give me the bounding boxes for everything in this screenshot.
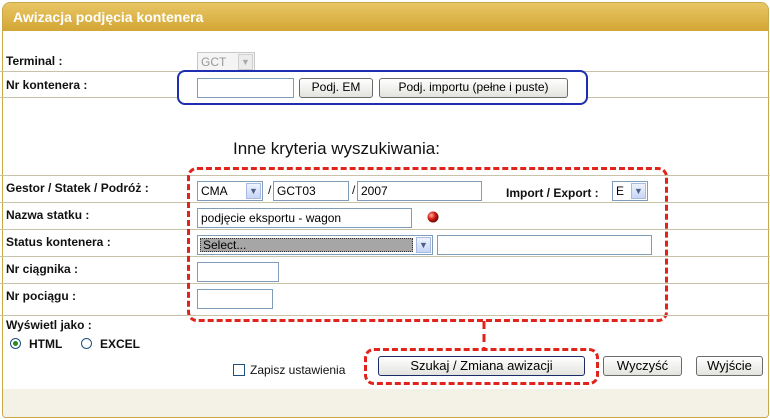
terminal-value: GCT xyxy=(201,55,227,69)
divider xyxy=(0,97,177,98)
terminal-label: Terminal : xyxy=(6,54,63,68)
annotation-red-criteria xyxy=(187,167,668,322)
gestor-label: Gestor / Statek / Podróż : xyxy=(6,181,149,195)
panel-title: Awizacja podjęcia kontenera xyxy=(3,3,768,31)
annotation-blue-outline xyxy=(177,70,588,105)
criteria-heading: Inne kryteria wyszukiwania: xyxy=(233,139,440,158)
annotation-connector xyxy=(482,321,486,349)
display-label: Wyświetl jako : xyxy=(6,318,92,332)
divider xyxy=(588,97,770,98)
train-label: Nr pociągu : xyxy=(6,289,77,303)
radio-excel[interactable] xyxy=(81,338,92,349)
save-settings-label: Zapisz ustawienia xyxy=(250,363,346,377)
chevron-down-icon: ▼ xyxy=(238,54,253,70)
divider xyxy=(0,315,770,316)
status-label: Status kontenera : xyxy=(6,235,111,249)
save-settings-checkbox[interactable] xyxy=(233,364,245,376)
radio-html-label: HTML xyxy=(29,337,63,351)
container-label: Nr kontenera : xyxy=(6,78,88,92)
footer-bar xyxy=(3,389,768,417)
search-button[interactable]: Szukaj / Zmiana awizacji xyxy=(378,356,585,376)
exit-button[interactable]: Wyjście xyxy=(696,356,763,376)
vessel-name-label: Nazwa statku : xyxy=(6,208,90,222)
radio-html[interactable] xyxy=(10,338,21,349)
tractor-label: Nr ciągnika : xyxy=(6,262,79,276)
radio-excel-label: EXCEL xyxy=(100,337,141,351)
clear-button[interactable]: Wyczyść xyxy=(603,356,682,376)
terminal-select: GCT ▼ xyxy=(197,52,255,71)
